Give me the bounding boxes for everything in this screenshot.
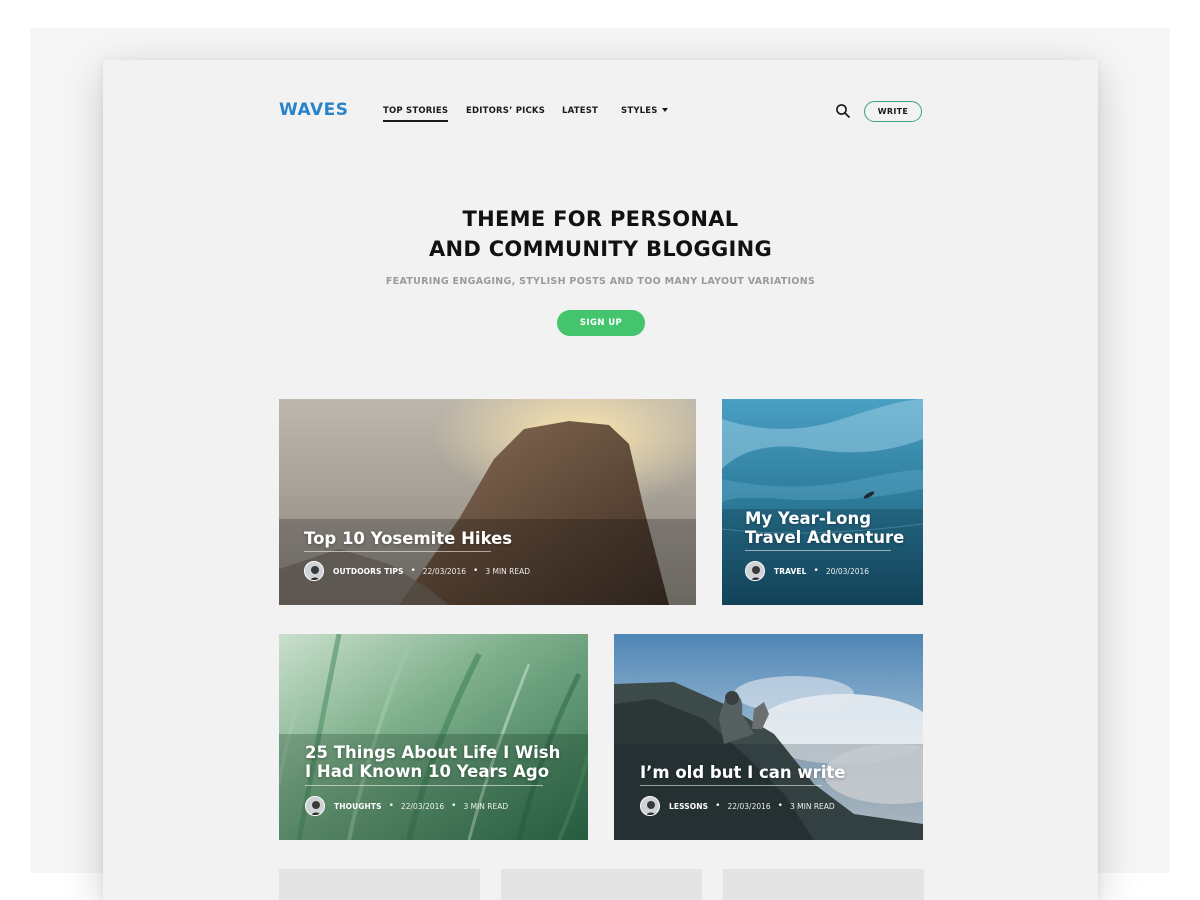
author-avatar[interactable] (304, 561, 324, 581)
avatar-image (305, 562, 323, 580)
nav-editors-picks[interactable]: EDITORS’ PICKS (466, 106, 545, 116)
browser-window: WAVES TOP STORIES EDITORS’ PICKS LATEST … (103, 60, 1098, 900)
post-card-yosemite[interactable]: Top 10 Yosemite Hikes OUTDOORS TIPS • 22… (279, 399, 696, 605)
post-date: 22/03/2016 (400, 801, 445, 811)
post-card-placeholder (501, 869, 702, 900)
nav-latest[interactable]: LATEST (562, 106, 598, 116)
meta-separator: • (473, 566, 479, 576)
post-title[interactable]: Top 10 Yosemite Hikes (304, 529, 554, 548)
avatar-image (641, 797, 659, 815)
post-card-placeholder (279, 869, 480, 900)
hero-title-line-2: AND COMMUNITY BLOGGING (428, 237, 773, 261)
post-category[interactable]: LESSONS (669, 802, 708, 811)
post-title[interactable]: My Year-Long Travel Adventure (745, 509, 905, 547)
nav-styles-label: STYLES (621, 106, 658, 116)
signup-button[interactable]: SIGN UP (557, 310, 645, 336)
post-category[interactable]: THOUGHTS (334, 802, 382, 811)
post-date: 20/03/2016 (825, 566, 870, 576)
post-meta: OUTDOORS TIPS • 22/03/2016 • 3 MIN READ (304, 561, 530, 581)
meta-separator: • (451, 801, 457, 811)
author-avatar[interactable] (305, 796, 325, 816)
avatar-image (306, 797, 324, 815)
write-button[interactable]: WRITE (864, 101, 922, 122)
site-logo[interactable]: WAVES (279, 100, 349, 120)
post-date: 22/03/2016 (727, 801, 771, 811)
title-underline (304, 551, 491, 552)
post-category[interactable]: TRAVEL (774, 567, 807, 576)
hero-title-line-1: THEME FOR PERSONAL (462, 207, 739, 231)
post-title[interactable]: I’m old but I can write (640, 763, 900, 782)
author-avatar[interactable] (745, 561, 765, 581)
search-button[interactable] (835, 103, 851, 119)
author-avatar[interactable] (640, 796, 660, 816)
title-underline (745, 550, 891, 551)
post-card-travel[interactable]: My Year-Long Travel Adventure TRAVEL • 2… (722, 399, 923, 605)
post-date: 22/03/2016 (422, 566, 466, 576)
post-card-lessons[interactable]: I’m old but I can write LESSONS • 22/03/… (614, 634, 923, 840)
post-meta: TRAVEL • 20/03/2016 (745, 561, 869, 581)
post-meta: LESSONS • 22/03/2016 • 3 MIN READ (640, 796, 835, 816)
post-title[interactable]: 25 Things About Life I Wish I Had Known … (305, 743, 565, 781)
hero-subtitle: FEATURING ENGAGING, STYLISH POSTS AND TO… (385, 276, 816, 287)
search-icon (836, 104, 850, 118)
meta-separator: • (388, 801, 394, 811)
meta-separator: • (777, 801, 783, 811)
title-underline (640, 785, 822, 786)
post-category[interactable]: OUTDOORS TIPS (333, 567, 403, 576)
title-underline (305, 785, 543, 786)
post-read-time: 3 MIN READ (463, 801, 509, 811)
nav-top-stories[interactable]: TOP STORIES (383, 106, 449, 122)
post-read-time: 3 MIN READ (789, 801, 835, 811)
meta-separator: • (813, 566, 819, 576)
hero-title: THEME FOR PERSONAL AND COMMUNITY BLOGGIN… (103, 204, 1098, 264)
post-meta: THOUGHTS • 22/03/2016 • 3 MIN READ (305, 796, 508, 816)
avatar-image (746, 562, 764, 580)
caret-down-icon (661, 108, 668, 112)
post-card-thoughts[interactable]: 25 Things About Life I Wish I Had Known … (279, 634, 588, 840)
nav-styles[interactable]: STYLES (621, 106, 668, 116)
post-read-time: 3 MIN READ (485, 566, 531, 576)
meta-separator: • (715, 801, 721, 811)
post-card-placeholder (723, 869, 924, 900)
meta-separator: • (410, 566, 416, 576)
